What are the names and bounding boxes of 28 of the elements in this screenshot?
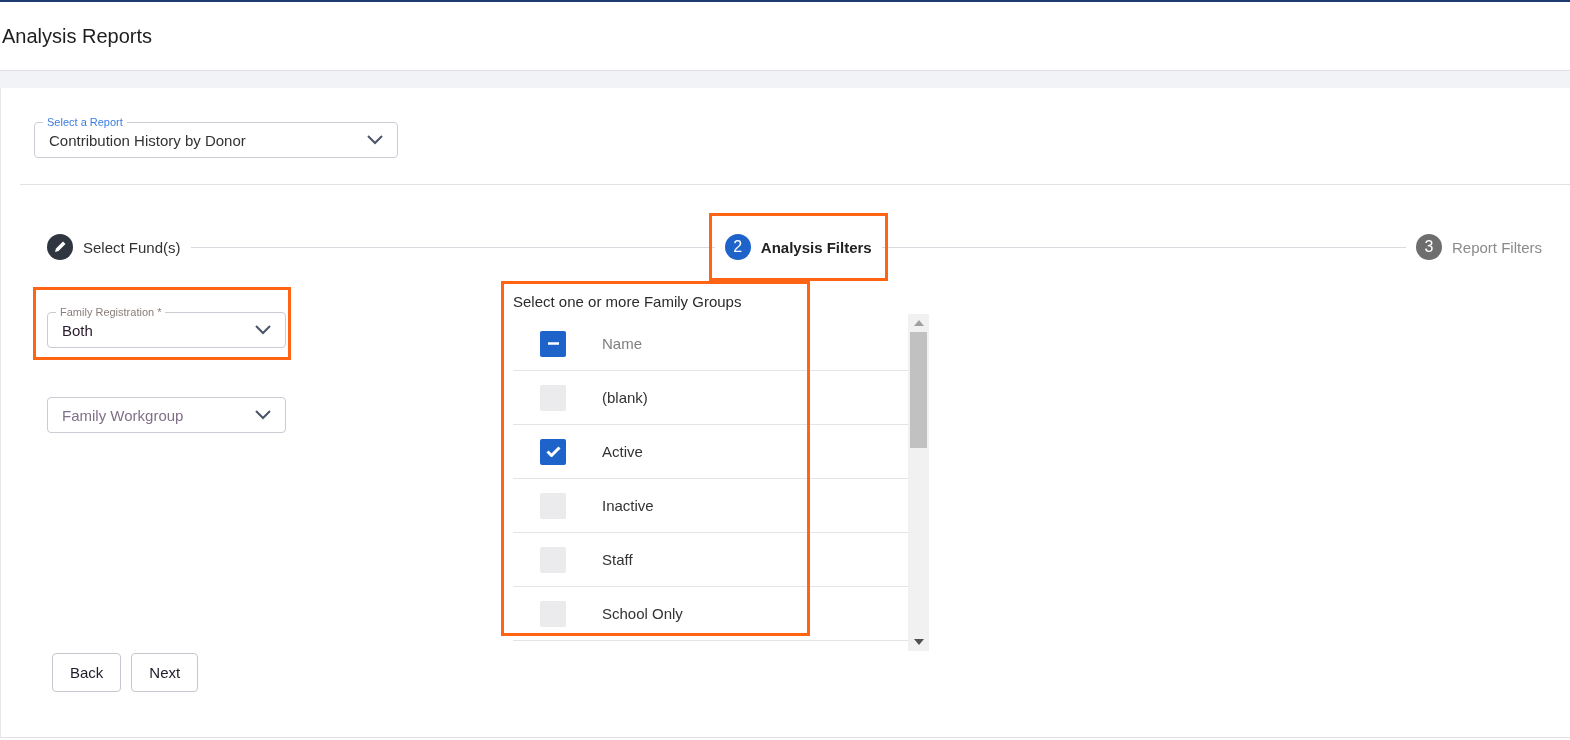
group-name: Inactive	[602, 497, 654, 514]
step-label[interactable]: Report Filters	[1451, 238, 1542, 256]
group-name: (blank)	[602, 389, 648, 406]
nav-button[interactable]: Back	[52, 653, 122, 692]
scroll-up-icon[interactable]	[913, 320, 924, 326]
group-name: Staff	[602, 551, 633, 568]
chevron-down-icon	[255, 325, 271, 335]
page-title: Analysis Reports	[2, 24, 153, 48]
scroll-down-icon[interactable]	[913, 639, 924, 645]
nav-button[interactable]: Next	[131, 653, 199, 692]
step-number: 2	[724, 234, 751, 260]
group-name: Active	[602, 443, 643, 460]
chevron-down-icon	[367, 135, 383, 145]
scrollbar[interactable]	[908, 314, 929, 651]
checkbox[interactable]	[540, 438, 566, 465]
checkmark-icon	[545, 446, 561, 457]
step-label[interactable]: Analysis Filters	[760, 238, 872, 256]
group-name: School Only	[602, 605, 683, 622]
scrollbar-thumb[interactable]	[910, 332, 927, 448]
column-header: Name	[602, 335, 642, 352]
step-label[interactable]: Select Fund(s)	[83, 238, 181, 256]
chevron-down-icon	[255, 410, 271, 420]
select-all-checkbox[interactable]	[540, 330, 566, 357]
list-title: Select one or more Family Groups	[513, 293, 743, 310]
pencil-icon	[47, 234, 73, 260]
minus-icon	[547, 342, 559, 345]
family-workgroup-select[interactable]: Family Workgroup	[47, 397, 286, 433]
step-number: 3	[1415, 234, 1442, 260]
